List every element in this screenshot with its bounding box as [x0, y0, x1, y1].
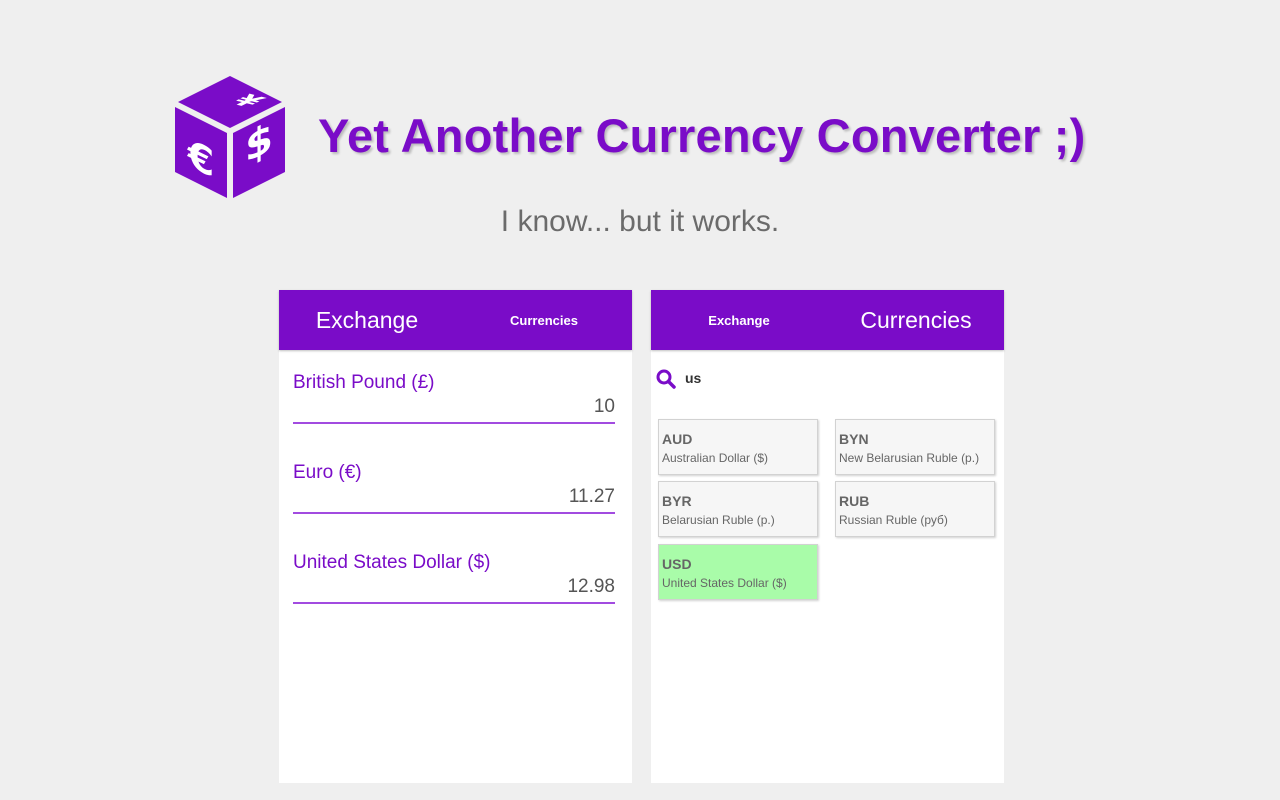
field-label: British Pound (£) [293, 372, 435, 393]
currency-name: Belarusian Ruble (p.) [662, 513, 775, 527]
input-underline [293, 422, 615, 424]
promo-screen: ¥ € $ Yet Another Currency Converter ;) … [0, 0, 1280, 800]
currency-name: United States Dollar ($) [662, 576, 787, 590]
currency-name: New Belarusian Ruble (p.) [839, 451, 980, 465]
tab-exchange[interactable]: Exchange [279, 290, 455, 350]
tab-currencies[interactable]: Currencies [828, 290, 1004, 350]
app-title: Yet Another Currency Converter ;) [318, 109, 1086, 162]
tab-bar: Exchange Currencies [651, 290, 1004, 350]
amount-input[interactable]: 11.27 [569, 486, 615, 508]
amount-input[interactable]: 10 [594, 396, 615, 418]
exchange-screen: Exchange Currencies British Pound (£) 10… [279, 290, 632, 783]
currency-name: Australian Dollar ($) [662, 451, 769, 465]
tab-currencies[interactable]: Currencies [456, 290, 632, 350]
currency-dice-icon: ¥ € $ [175, 76, 285, 198]
field-label: United States Dollar ($) [293, 552, 491, 573]
currency-card-aud[interactable]: AUD Australian Dollar ($) [658, 419, 818, 475]
currency-search[interactable]: us [655, 368, 985, 390]
currency-card-usd[interactable]: USD United States Dollar ($) [658, 544, 818, 600]
tagline: I know... but it works. [500, 205, 780, 238]
currency-code: RUB [839, 493, 870, 509]
currency-code: AUD [662, 431, 693, 447]
currencies-screen: Exchange Currencies us AUD Australian Do… [651, 290, 1004, 783]
tab-exchange[interactable]: Exchange [651, 290, 827, 350]
currency-code: BYR [662, 493, 692, 509]
amount-input[interactable]: 12.98 [567, 576, 615, 598]
amount-field-eur[interactable]: Euro (€) 11.27 [293, 462, 615, 526]
input-underline [293, 512, 615, 514]
search-input[interactable]: us [685, 370, 701, 386]
currency-code: USD [662, 556, 692, 572]
currency-card-rub[interactable]: RUB Russian Ruble (руб) [835, 481, 995, 537]
amount-field-usd[interactable]: United States Dollar ($) 12.98 [293, 552, 615, 616]
currency-name: Russian Ruble (руб) [839, 513, 948, 527]
input-underline [293, 602, 615, 604]
amount-field-gbp[interactable]: British Pound (£) 10 [293, 372, 615, 436]
search-icon [656, 369, 676, 389]
tab-bar: Exchange Currencies [279, 290, 632, 350]
currency-card-byr[interactable]: BYR Belarusian Ruble (p.) [658, 481, 818, 537]
currency-card-byn[interactable]: BYN New Belarusian Ruble (p.) [835, 419, 995, 475]
currency-code: BYN [839, 431, 869, 447]
field-label: Euro (€) [293, 462, 362, 483]
